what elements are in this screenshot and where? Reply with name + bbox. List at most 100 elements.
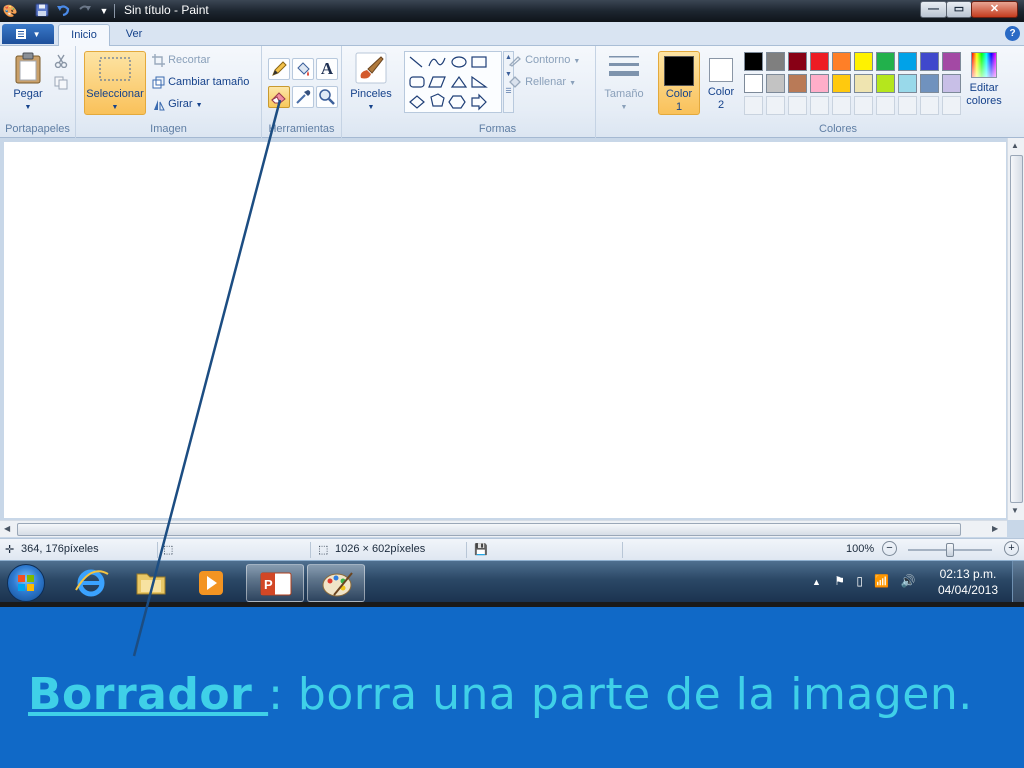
customize-quick-access-icon[interactable]: ▼ (96, 3, 112, 19)
paint-menu-button[interactable]: ▼ (2, 24, 54, 44)
battery-icon[interactable]: ▯ (856, 574, 863, 588)
resize-button[interactable]: Cambiar tamaño (152, 73, 249, 91)
palette-color-swatch[interactable] (832, 74, 851, 93)
tab-inicio[interactable]: Inicio (58, 24, 110, 46)
palette-color-swatch[interactable] (942, 52, 961, 71)
pencil-tool[interactable] (268, 58, 290, 80)
tab-ver[interactable]: Ver (114, 24, 154, 46)
taskbar-internet-explorer[interactable] (62, 564, 120, 602)
eraser-tool[interactable] (268, 86, 290, 108)
chevron-down-icon: ▼ (32, 30, 41, 39)
palette-color-swatch[interactable] (766, 74, 785, 93)
ribbon: Pegar ▼ Portapapeles Seleccionar ▼ Recor… (0, 46, 1024, 138)
scroll-right-icon[interactable]: ▶ (992, 524, 998, 533)
vertical-scrollbar[interactable]: ▲ ▼ (1007, 138, 1024, 520)
help-icon[interactable]: ? (1005, 26, 1020, 41)
palette-custom-slot[interactable] (898, 96, 917, 115)
taskbar-media-player[interactable] (182, 564, 240, 602)
fill-tool[interactable] (292, 58, 314, 80)
fill-label: Rellenar (525, 76, 567, 88)
palette-color-swatch[interactable] (898, 74, 917, 93)
palette-color-swatch[interactable] (744, 74, 763, 93)
copy-icon[interactable] (54, 76, 68, 93)
palette-color-swatch[interactable] (854, 74, 873, 93)
show-hidden-icons-icon[interactable]: ▲ (812, 577, 821, 587)
palette-color-swatch[interactable] (788, 52, 807, 71)
undo-icon[interactable] (55, 3, 71, 19)
palette-color-swatch[interactable] (876, 74, 895, 93)
horizontal-scrollbar[interactable]: ◀ ▶ (0, 520, 1007, 537)
vertical-scroll-thumb[interactable] (1010, 155, 1023, 503)
palette-custom-slot[interactable] (788, 96, 807, 115)
palette-color-swatch[interactable] (942, 74, 961, 93)
color-picker-tool[interactable] (292, 86, 314, 108)
close-button[interactable]: ✕ (971, 1, 1018, 18)
start-button[interactable] (7, 564, 45, 602)
save-icon[interactable] (34, 3, 50, 19)
scroll-up-icon[interactable]: ▲ (1011, 141, 1019, 150)
shapes-gallery[interactable] (404, 51, 502, 113)
shapes-gallery-icons (409, 56, 488, 111)
scroll-down-icon[interactable]: ▼ (1011, 506, 1019, 515)
network-signal-icon[interactable]: 📶 (874, 574, 889, 588)
redo-icon[interactable] (77, 3, 93, 19)
color2-swatch (709, 58, 733, 82)
palette-color-swatch[interactable] (920, 52, 939, 71)
edit-colors-button[interactable]: Editar colores (962, 52, 1006, 108)
palette-custom-slot[interactable] (832, 96, 851, 115)
action-center-flag-icon[interactable]: ⚑ (834, 574, 845, 588)
palette-custom-slot[interactable] (744, 96, 763, 115)
taskbar-file-explorer[interactable] (122, 564, 180, 602)
magnifier-tool[interactable] (316, 86, 338, 108)
palette-color-swatch[interactable] (766, 52, 785, 71)
rotate-button[interactable]: Girar ▼ (152, 95, 203, 113)
select-button[interactable]: Seleccionar ▼ (84, 51, 146, 115)
palette-custom-slot[interactable] (766, 96, 785, 115)
palette-color-swatch[interactable] (810, 74, 829, 93)
palette-color-swatch[interactable] (744, 52, 763, 71)
minimize-button[interactable]: — (920, 1, 947, 18)
horizontal-scroll-thumb[interactable] (17, 523, 961, 536)
palette-color-swatch[interactable] (876, 52, 895, 71)
resize-label: Cambiar tamaño (168, 76, 250, 88)
palette-color-swatch[interactable] (810, 52, 829, 71)
palette-custom-slot[interactable] (854, 96, 873, 115)
taskbar-clock[interactable]: 02:13 p.m. 04/04/2013 (938, 566, 998, 598)
brushes-button[interactable]: Pinceles ▼ (348, 52, 394, 114)
outline-brush-icon (508, 56, 521, 67)
zoom-level: 100% (846, 543, 875, 555)
palette-color-swatch[interactable] (854, 52, 873, 71)
maximize-button[interactable]: ▭ (946, 1, 972, 18)
fill-button[interactable]: Rellenar ▼ (508, 73, 576, 91)
crop-button[interactable]: Recortar (152, 51, 210, 69)
palette-color-swatch[interactable] (788, 74, 807, 93)
palette-custom-slot[interactable] (876, 96, 895, 115)
text-tool[interactable]: A (316, 58, 338, 80)
taskbar-powerpoint[interactable]: P (246, 564, 304, 602)
paste-button[interactable]: Pegar ▼ (6, 52, 50, 114)
palette-color-swatch[interactable] (832, 52, 851, 71)
palette-color-swatch[interactable] (898, 52, 917, 71)
status-divider (622, 542, 623, 558)
outline-button[interactable]: Contorno ▼ (508, 51, 580, 69)
caption-text: Borrador : borra una parte de la imagen. (28, 669, 973, 720)
taskbar-paint[interactable] (307, 564, 365, 602)
zoom-out-icon[interactable]: − (882, 541, 897, 556)
zoom-in-icon[interactable]: + (1004, 541, 1019, 556)
drawing-canvas[interactable] (4, 142, 1006, 518)
clock-date: 04/04/2013 (937, 583, 998, 597)
volume-icon[interactable]: 🔊 (901, 574, 916, 588)
size-button[interactable]: Tamaño ▼ (602, 52, 646, 114)
show-desktop-button[interactable] (1012, 561, 1024, 603)
palette-color-swatch[interactable] (920, 74, 939, 93)
color1-button[interactable]: Color 1 (658, 51, 700, 115)
scroll-left-icon[interactable]: ◀ (4, 524, 10, 533)
zoom-slider-thumb[interactable] (946, 543, 954, 557)
color2-button[interactable]: Color 2 (702, 51, 740, 115)
cut-icon[interactable] (54, 54, 68, 71)
palette-custom-slot[interactable] (920, 96, 939, 115)
taskbar: P ▲ ⚑ ▯ 📶 🔊 02:13 p.m. 04/04/2013 (0, 560, 1024, 603)
palette-custom-slot[interactable] (810, 96, 829, 115)
palette-custom-slot[interactable] (942, 96, 961, 115)
media-player-icon (199, 571, 223, 595)
